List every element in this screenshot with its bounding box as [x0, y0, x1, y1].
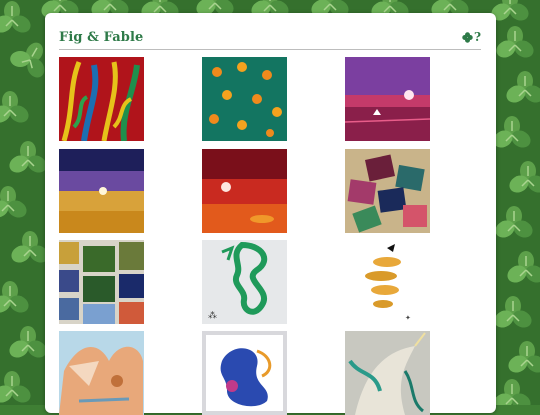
gallery-card: Fig & Fable ? ⁂ ✦	[45, 13, 496, 415]
gallery-thumb-red-leaves-painting[interactable]	[59, 57, 144, 141]
gallery-thumb-winged-lion-painting[interactable]	[59, 331, 144, 415]
four-leaf-clover-icon	[462, 31, 473, 43]
svg-text:✦: ✦	[405, 314, 411, 322]
header-divider	[59, 49, 481, 50]
gallery-thumb-orange-tree-painting[interactable]	[202, 57, 287, 141]
gallery-thumb-green-dragon-drawing[interactable]: ⁂	[202, 240, 287, 324]
gallery-thumb-red-moon-painting[interactable]	[202, 149, 287, 233]
gallery-thumb-fish-stack-drawing[interactable]: ✦	[345, 240, 430, 324]
header: Fig & Fable ?	[59, 27, 481, 47]
gallery-thumb-blue-dragon-framed[interactable]	[202, 331, 287, 415]
gallery-thumb-tiles-on-table-photo[interactable]	[345, 149, 430, 233]
gallery-thumb-golden-sky-painting[interactable]	[59, 149, 144, 233]
gallery-thumb-unicorn-painting[interactable]	[345, 331, 430, 415]
help-label: ?	[473, 30, 481, 44]
gallery-thumb-purple-sunset-boat-painting[interactable]	[345, 57, 430, 141]
help-button[interactable]: ?	[462, 30, 481, 44]
gallery-thumb-wall-of-canvases-photo[interactable]	[59, 240, 144, 324]
site-title[interactable]: Fig & Fable	[59, 30, 143, 45]
svg-text:⁂: ⁂	[208, 310, 217, 321]
